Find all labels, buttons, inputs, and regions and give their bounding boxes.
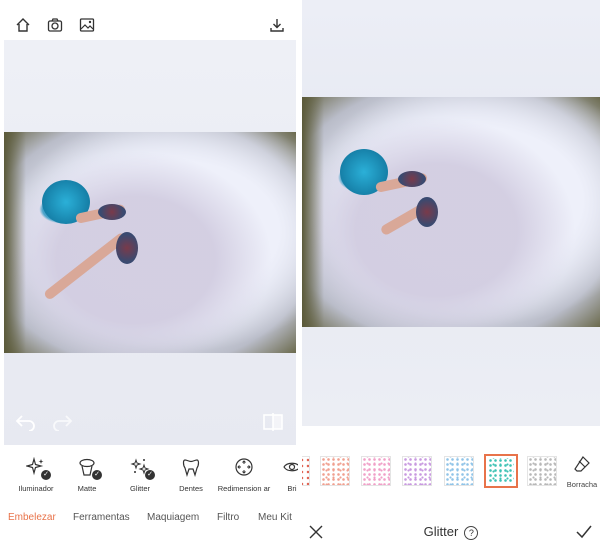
photo-canvas[interactable]	[4, 40, 296, 445]
glitter-patterns: Borracha	[302, 454, 600, 490]
glitter-pattern-swatch[interactable]	[320, 456, 350, 486]
category-tabs: Embelezar Ferramentas Maquiagem Filtro M…	[0, 512, 298, 530]
glitter-pattern-swatch-selected[interactable]	[484, 454, 518, 488]
arm-tattoo	[416, 197, 438, 227]
glitter-footer: Glitter?	[302, 520, 600, 546]
beautify-tools: ✓ Iluminador ✓ Matte ✓ Glitter Dentes Re…	[0, 456, 298, 504]
applied-check-icon: ✓	[41, 470, 51, 480]
eraser-label: Borracha	[566, 480, 598, 489]
history-controls	[4, 406, 296, 436]
undo-icon[interactable]	[12, 410, 38, 434]
eye-icon	[281, 456, 298, 478]
compare-icon[interactable]	[260, 410, 286, 434]
tab-ferramentas[interactable]: Ferramentas	[73, 512, 130, 523]
applied-check-icon: ✓	[145, 470, 155, 480]
glitter-pattern-swatch[interactable]	[444, 456, 474, 486]
glitter-pattern-swatch[interactable]	[402, 456, 432, 486]
resize-icon	[233, 456, 255, 478]
matte-icon: ✓	[76, 456, 102, 480]
eraser-button[interactable]: Borracha	[564, 454, 600, 489]
glitter-pattern-swatch[interactable]	[527, 456, 557, 486]
glitter-pattern-swatch[interactable]	[361, 456, 391, 486]
tool-dentes[interactable]: Dentes	[161, 456, 221, 493]
tab-meu-kit[interactable]: Meu Kit	[258, 512, 292, 523]
lower-arm	[42, 231, 128, 301]
glitter-icon: ✓	[129, 456, 155, 480]
download-icon[interactable]	[266, 14, 288, 36]
bride-photo	[4, 132, 296, 353]
grass-area	[302, 97, 324, 327]
tab-maquiagem[interactable]: Maquiagem	[147, 512, 199, 523]
grass-area	[4, 132, 26, 353]
tool-matte[interactable]: ✓ Matte	[57, 456, 117, 493]
arm-tattoo	[116, 232, 138, 264]
photo-canvas[interactable]	[302, 0, 600, 426]
footer-title-row: Glitter?	[302, 524, 600, 540]
tattoo	[98, 204, 126, 220]
tab-embelezar[interactable]: Embelezar	[8, 512, 56, 523]
tattoo	[398, 171, 426, 187]
tab-filtro[interactable]: Filtro	[217, 512, 239, 523]
tooth-icon	[180, 456, 202, 478]
applied-check-icon: ✓	[92, 470, 102, 480]
tool-label: Matte	[77, 484, 97, 493]
footer-title: Glitter	[423, 524, 459, 539]
home-icon[interactable]	[12, 14, 34, 36]
tool-label: Bri	[287, 484, 297, 493]
tool-brilho[interactable]: Bri	[262, 456, 298, 493]
top-toolbar	[0, 14, 298, 40]
gallery-icon[interactable]	[76, 14, 98, 36]
eraser-icon	[564, 454, 600, 474]
glitter-pattern-swatch[interactable]	[302, 456, 310, 486]
bride-photo	[302, 97, 600, 327]
sparkle-icon: ✓	[25, 456, 51, 480]
right-screen: Borracha Glitter?	[302, 0, 600, 552]
left-screen: ✓ Iluminador ✓ Matte ✓ Glitter Dentes Re…	[0, 0, 298, 552]
help-icon[interactable]: ?	[464, 525, 479, 540]
confirm-check-icon[interactable]	[574, 522, 594, 542]
redo-icon[interactable]	[50, 410, 76, 434]
tool-label: Dentes	[179, 484, 203, 493]
camera-icon[interactable]	[44, 14, 66, 36]
